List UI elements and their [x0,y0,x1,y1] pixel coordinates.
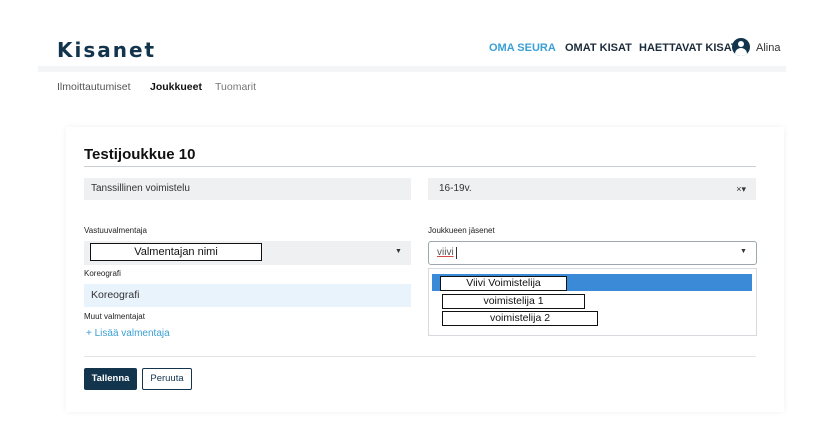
text-cursor [456,247,457,259]
age-group-select[interactable]: 16-19v. ×▾ [428,178,756,200]
nav-omat-kisat[interactable]: OMAT KISAT [565,42,632,54]
user-avatar-icon[interactable] [732,38,750,56]
page-title: Testijoukkue 10 [84,146,196,163]
tab-joukkueet[interactable]: Joukkueet [150,81,202,93]
chevron-down-icon[interactable]: ▼ [740,248,747,255]
cancel-button[interactable]: Peruuta [142,368,192,390]
age-group-value: 16-19v. [439,183,472,194]
add-coach-link[interactable]: + Lisää valmentaja [86,328,170,339]
other-coaches-label: Muut valmentajat [84,312,145,321]
dropdown-option[interactable]: voimistelija 1 [442,294,585,309]
coach-value: Valmentajan nimi [90,243,262,261]
save-button[interactable]: Tallenna [84,368,137,390]
clear-and-chevron-icon[interactable]: ×▾ [736,178,746,200]
avatar-head [738,41,744,47]
members-search-input[interactable]: viivi [428,241,757,265]
sport-field: Tanssillinen voimistelu [84,178,411,200]
choreographer-input[interactable]: Koreografi [84,284,411,307]
coach-label: Vastuuvalmentaja [84,226,147,235]
avatar-body [735,48,747,56]
dropdown-option[interactable]: Viivi Voimistelija [440,276,567,291]
kisanet-logo[interactable]: Kisanet [57,38,156,62]
coach-select[interactable]: Valmentajan nimi [84,241,411,265]
tab-ilmoittautumiset[interactable]: Ilmoittautumiset [57,81,131,93]
members-query: viivi [437,247,454,258]
nav-haettavat-kisat[interactable]: HAETTAVAT KISAT [639,42,738,54]
dropdown-option[interactable]: voimistelija 2 [442,311,598,326]
footer-divider [84,356,756,357]
chevron-down-icon[interactable]: ▼ [395,248,402,255]
subnav-divider [38,66,786,72]
title-divider [84,166,756,167]
user-name[interactable]: Alina [756,42,780,54]
tab-tuomarit[interactable]: Tuomarit [215,81,256,93]
members-label: Joukkueen jäsenet [428,226,495,235]
choreographer-label: Koreografi [84,269,121,278]
nav-oma-seura[interactable]: OMA SEURA [489,42,556,54]
